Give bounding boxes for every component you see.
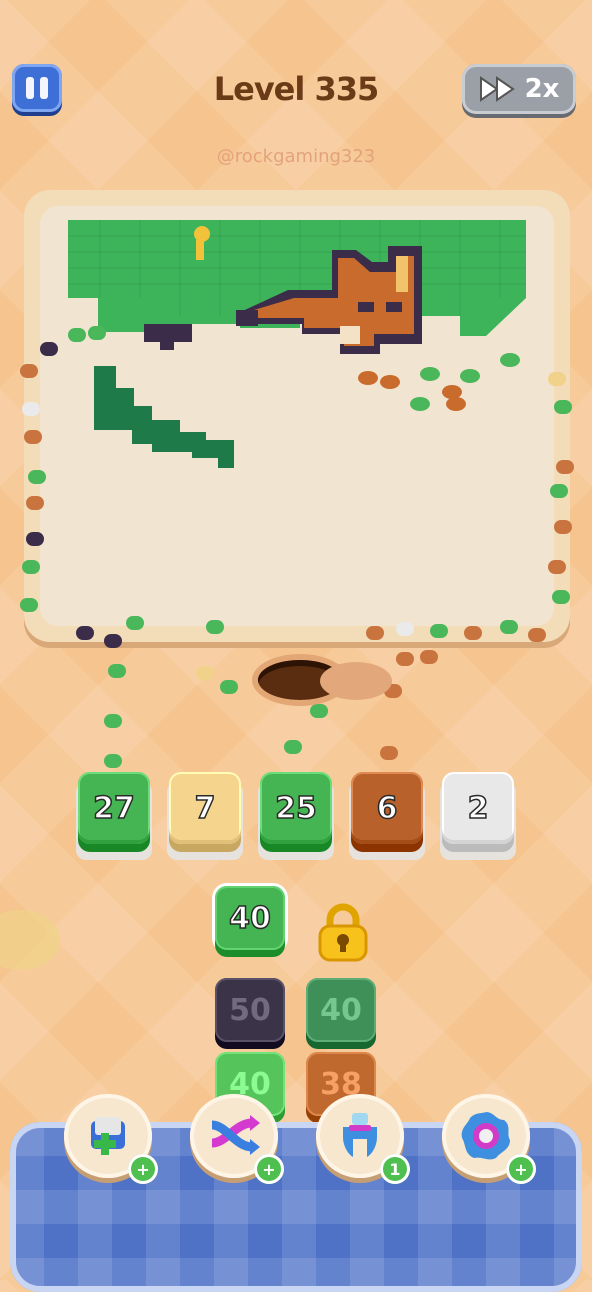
booster-4-badge: + (506, 1154, 536, 1184)
speed-toggle-button[interactable]: 2x (462, 64, 576, 114)
stack-tile-count: 50 (229, 992, 271, 1028)
magnet-claw-icon (343, 1113, 377, 1157)
pause-button[interactable] (12, 64, 62, 112)
queue-tile: 2 (442, 772, 514, 844)
background-leaf (0, 910, 60, 970)
queue-tile-count: 25 (274, 790, 317, 827)
stack-tile-count: 40 (228, 900, 271, 937)
watermark-text: @rockgaming323 (216, 146, 376, 167)
pause-icon (26, 77, 34, 99)
shuffle-arrows-icon (211, 1115, 260, 1155)
queue-tile-count: 6 (376, 790, 398, 827)
lock-icon (318, 903, 368, 962)
fast-forward-icon (479, 76, 515, 102)
stack-tile: 40 (306, 978, 376, 1042)
queue-tile-count: 2 (467, 790, 489, 827)
booster-2-badge: + (254, 1154, 284, 1184)
add-slot-icon (91, 1117, 125, 1155)
booster-3-badge: 1 (380, 1154, 410, 1184)
pixel-art (68, 220, 526, 468)
queue-tile: 7 (169, 772, 241, 844)
speed-label: 2x (524, 74, 560, 104)
stack-tile: 50 (215, 978, 285, 1042)
queue-tile-count: 7 (194, 790, 216, 827)
queue-tile: 25 (260, 772, 332, 844)
queue-tile: 27 (78, 772, 150, 844)
dirt-mound (320, 662, 392, 700)
booster-1-badge: + (128, 1154, 158, 1184)
stack-tile-count: 40 (320, 992, 362, 1028)
queue-tile-count: 27 (92, 790, 135, 827)
ants-on-board (358, 353, 520, 411)
donut-icon (461, 1112, 510, 1160)
queue-tile: 6 (351, 772, 423, 844)
locked-slot[interactable] (314, 902, 372, 964)
level-title: Level 335 (213, 70, 380, 108)
pixel-art-area (40, 206, 554, 626)
dark-green-pixels (94, 366, 234, 468)
selectable-stack-tile[interactable]: 40 (215, 886, 285, 950)
key-icon (194, 226, 210, 242)
